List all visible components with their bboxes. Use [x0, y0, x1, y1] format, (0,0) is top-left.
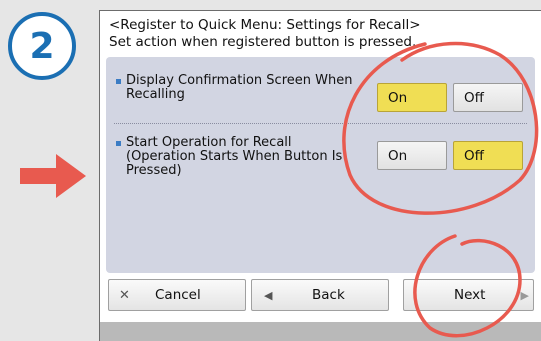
close-icon: ✕: [119, 287, 130, 303]
on-button[interactable]: On: [377, 141, 447, 170]
cancel-button[interactable]: ✕ Cancel: [108, 279, 246, 311]
status-bar: [100, 322, 541, 341]
next-button[interactable]: Next ▶: [403, 279, 534, 311]
setting-label: Start Operation for Recall (Operation St…: [126, 135, 343, 178]
screen-instruction: Set action when registered button is pre…: [109, 34, 417, 50]
bullet-icon: [116, 79, 121, 84]
right-triangle-icon: ▶: [520, 288, 529, 302]
setting-row-display-confirmation: Display Confirmation Screen When Recalli…: [106, 65, 535, 123]
setting-label: Display Confirmation Screen When Recalli…: [126, 73, 353, 102]
divider: [114, 123, 527, 124]
settings-list: Display Confirmation Screen When Recalli…: [106, 57, 535, 273]
off-button[interactable]: Off: [453, 83, 523, 112]
screen-title: <Register to Quick Menu: Settings for Re…: [109, 17, 421, 33]
step-number: 2: [29, 25, 55, 67]
right-arrow-icon: [20, 154, 86, 198]
step-number-badge: 2: [8, 12, 76, 80]
off-button[interactable]: Off: [453, 141, 523, 170]
left-triangle-icon: ◀: [264, 288, 273, 302]
bullet-icon: [116, 141, 121, 146]
setting-row-start-operation: Start Operation for Recall (Operation St…: [106, 127, 535, 207]
screen-header: <Register to Quick Menu: Settings for Re…: [109, 17, 534, 51]
recall-settings-screen: <Register to Quick Menu: Settings for Re…: [99, 10, 541, 341]
button-bar: ✕ Cancel ◀ Back Next ▶: [106, 274, 535, 318]
back-button[interactable]: ◀ Back: [251, 279, 389, 311]
on-button[interactable]: On: [377, 83, 447, 112]
